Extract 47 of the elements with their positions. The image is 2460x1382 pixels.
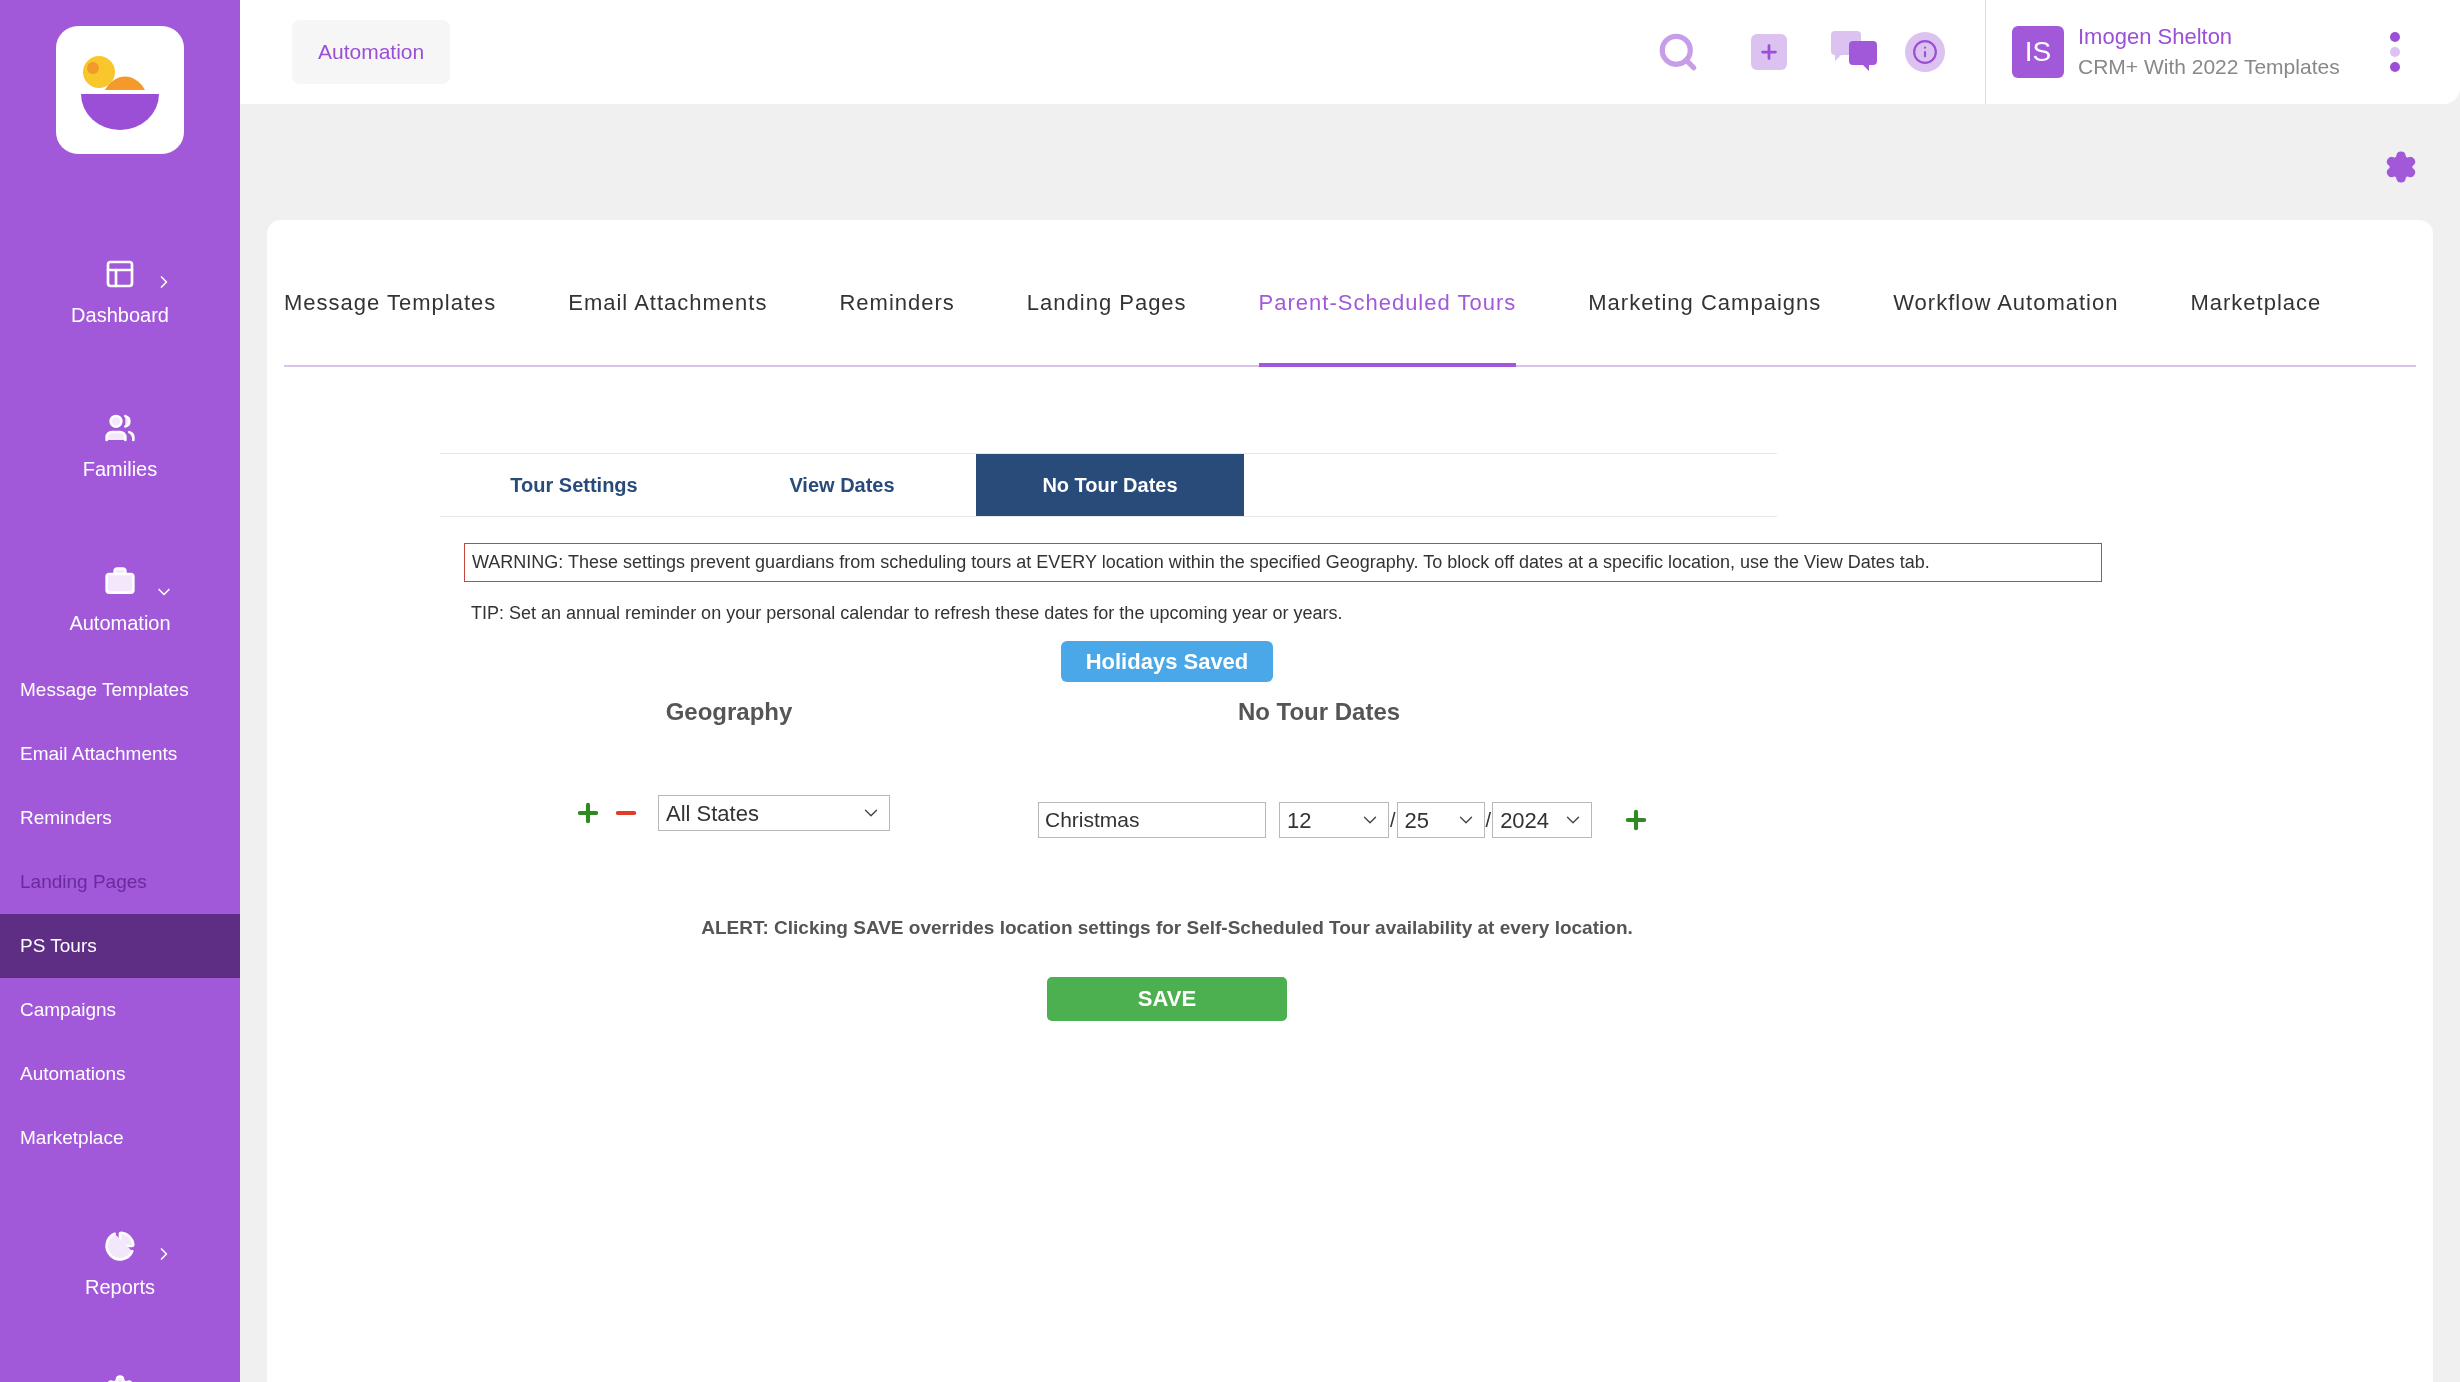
- add-icon[interactable]: [1751, 34, 1787, 70]
- geography-heading: Geography: [665, 697, 793, 727]
- date-separator: /: [1389, 808, 1397, 833]
- alert-text: ALERT: Clicking SAVE overrides location settings for Self-Scheduled Tour availability at every location.: [701, 916, 1633, 940]
- subtab[interactable]: No Tour Dates: [976, 454, 1244, 516]
- no-tour-dates-heading: No Tour Dates: [1237, 697, 1401, 727]
- breadcrumb[interactable]: Automation: [292, 20, 451, 84]
- sidebar-item[interactable]: PS Tours: [0, 914, 240, 978]
- year-select[interactable]: 2024: [1492, 802, 1593, 838]
- user-name: Imogen Shelton: [2078, 23, 2234, 51]
- subtab[interactable]: Tour Settings: [440, 454, 708, 516]
- tab[interactable]: Landing Pages: [1026, 286, 1187, 367]
- tip-text: TIP: Set an annual reminder on your personal calendar to refresh these dates for the upcoming year or years.: [471, 602, 1344, 625]
- chat-bubbles-icon[interactable]: [1829, 31, 1879, 73]
- dashboard-icon[interactable]: [104, 258, 136, 290]
- sidebar-item[interactable]: Reminders: [0, 786, 240, 850]
- tab[interactable]: Marketing Campaigns: [1588, 286, 1822, 367]
- tab[interactable]: Email Attachments: [568, 286, 768, 367]
- search-icon[interactable]: [1657, 31, 1699, 73]
- people-icon[interactable]: [104, 412, 136, 444]
- logo-icon[interactable]: [56, 26, 184, 154]
- holiday-name-field[interactable]: Christmas: [1038, 802, 1266, 838]
- sidebar-item[interactable]: Campaigns: [0, 978, 240, 1042]
- tab[interactable]: Message Templates: [284, 286, 497, 367]
- sidebar-item[interactable]: Automations: [0, 1042, 240, 1106]
- sidebar-item[interactable]: Email Attachments: [0, 722, 240, 786]
- sidebar-section-label[interactable]: Reports: [85, 1272, 155, 1302]
- tab[interactable]: Reminders: [839, 286, 955, 367]
- sidebar-item[interactable]: Message Templates: [0, 658, 240, 722]
- month-select[interactable]: 12: [1279, 802, 1389, 838]
- tab[interactable]: Parent-Scheduled Tours: [1258, 286, 1517, 367]
- sidebar-section-label[interactable]: Families: [82, 454, 158, 484]
- sidebar-section-label[interactable]: Dashboard: [71, 300, 169, 330]
- tab[interactable]: Workflow Automation: [1893, 286, 2119, 367]
- subtab[interactable]: View Dates: [708, 454, 976, 516]
- avatar[interactable]: IS: [2012, 26, 2064, 78]
- date-separator: /: [1484, 808, 1493, 833]
- warning-message: WARNING: These settings prevent guardians from scheduling tours at EVERY location within the specified Geography. To block off dates at a specific location, use the View Dates tab.: [464, 543, 2102, 582]
- tab[interactable]: Marketplace: [2190, 286, 2322, 367]
- sidebar-section-label[interactable]: Automation: [69, 608, 171, 638]
- sidebar-item[interactable]: Marketplace: [0, 1106, 240, 1170]
- user-subtitle: CRM+ With 2022 Templates: [2078, 54, 2340, 80]
- more-icon[interactable]: [2390, 32, 2400, 72]
- pie-chart-icon[interactable]: [104, 1230, 136, 1262]
- day-select[interactable]: 25: [1396, 802, 1485, 838]
- geography-select[interactable]: All States: [658, 795, 890, 831]
- info-icon[interactable]: [1905, 32, 1945, 72]
